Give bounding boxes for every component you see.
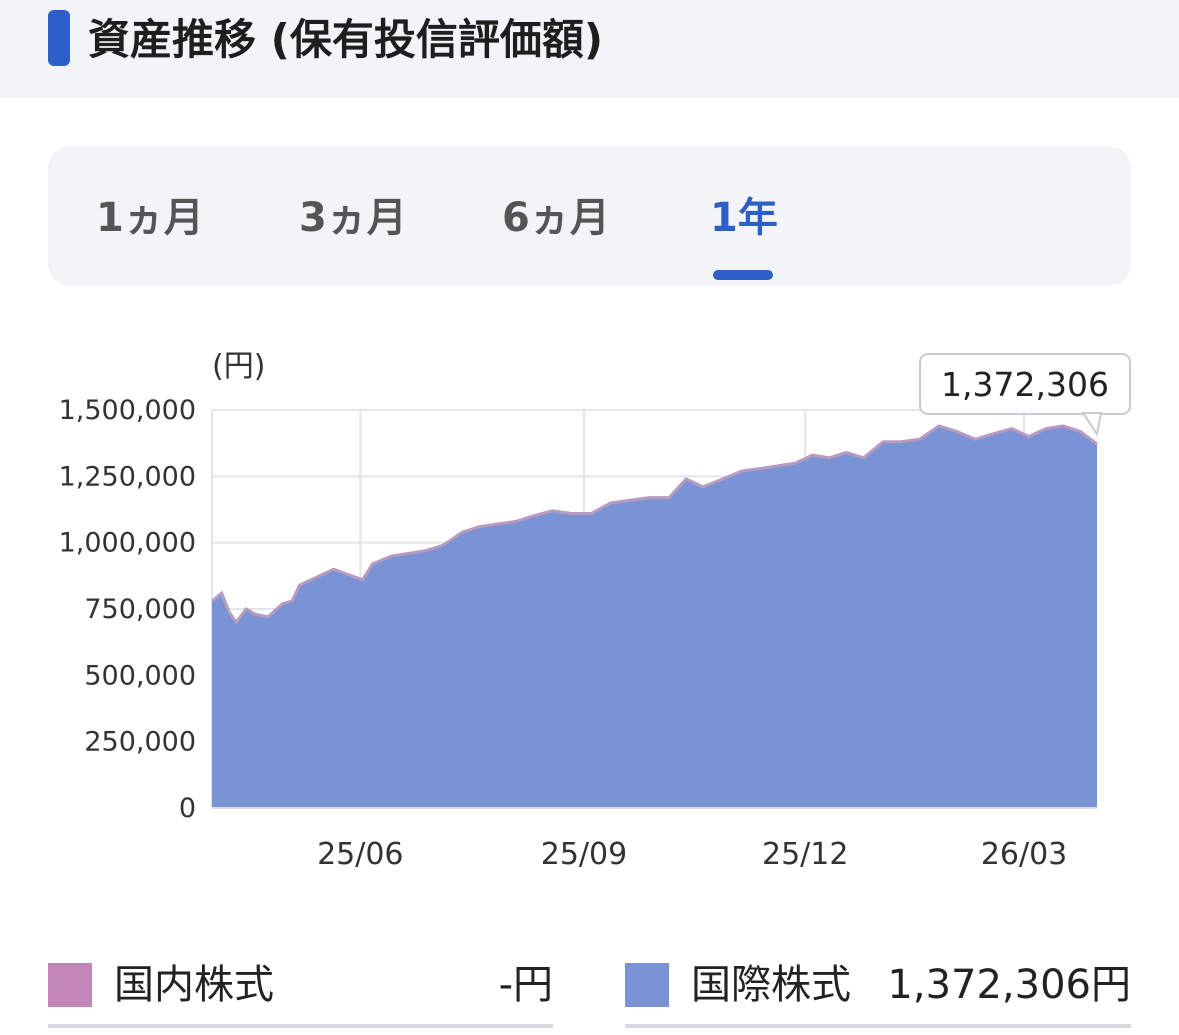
- y-axis-unit-label: (円): [212, 349, 265, 384]
- x-tick-label: 26/03: [981, 837, 1067, 872]
- period-tabs: 1ヵ月 3ヵ月 6ヵ月 1年: [48, 146, 1131, 286]
- section-title: 資産推移 (保有投信評価額): [88, 15, 604, 64]
- tab-3-months[interactable]: 3ヵ月: [299, 190, 407, 246]
- series-area-international: [212, 425, 1097, 808]
- y-tick-label: 1,250,000: [59, 461, 196, 492]
- tab-6-months[interactable]: 6ヵ月: [502, 190, 610, 246]
- asset-area-chart: 0 250,000 500,000 750,000 1,000,000 1,250,000…: [59, 349, 1131, 872]
- legend-value-domestic: -円: [498, 962, 553, 1008]
- x-tick-label: 25/12: [762, 837, 848, 872]
- y-tick-label: 250,000: [84, 727, 196, 758]
- tooltip-pointer: [1081, 412, 1103, 437]
- header-accent-bar: [48, 10, 70, 66]
- tab-1-month[interactable]: 1ヵ月: [96, 190, 204, 246]
- x-tick-label: 25/09: [541, 837, 627, 872]
- legend-value-international: 1,372,306円: [887, 962, 1131, 1008]
- y-tick-label: 1,500,000: [59, 395, 196, 426]
- legend-swatch-international: [625, 963, 669, 1007]
- y-tick-label: 750,000: [84, 594, 196, 625]
- legend-label-domestic: 国内株式: [114, 962, 274, 1008]
- y-tick-label: 1,000,000: [59, 528, 196, 559]
- legend-label-international: 国際株式: [691, 962, 851, 1008]
- legend-divider-international: [625, 1024, 1131, 1028]
- legend-divider-domestic: [48, 1024, 553, 1028]
- x-tick-label: 25/06: [317, 837, 403, 872]
- y-tick-label: 0: [179, 793, 196, 824]
- section-header: 資産推移 (保有投信評価額): [0, 0, 1179, 98]
- legend-swatch-domestic: [48, 963, 92, 1007]
- y-tick-label: 500,000: [84, 660, 196, 691]
- tab-1-year[interactable]: 1年: [710, 190, 778, 246]
- tooltip-value: 1,372,306: [941, 365, 1109, 404]
- active-tab-indicator: [713, 270, 773, 280]
